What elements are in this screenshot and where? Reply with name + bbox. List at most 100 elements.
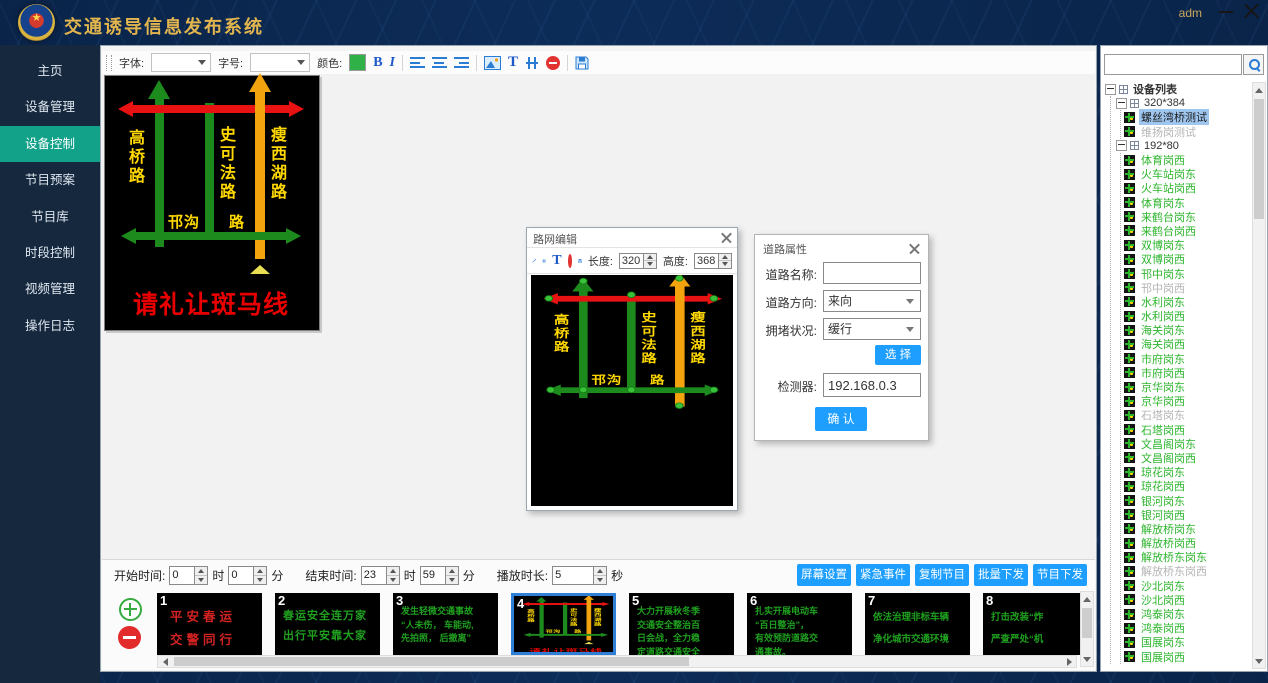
sidebar-item[interactable]: 节目预案 bbox=[0, 162, 100, 198]
tree-device-item[interactable]: 解放桥东岗东 bbox=[1124, 550, 1252, 564]
device-tree-scrollbar[interactable] bbox=[1252, 82, 1266, 669]
tree-group-320x384[interactable]: 320*384 bbox=[1116, 96, 1252, 110]
tree-device-item[interactable]: 海关岗东 bbox=[1124, 323, 1252, 337]
align-left-icon[interactable] bbox=[410, 57, 425, 68]
road-tool-icon[interactable] bbox=[542, 254, 546, 268]
sidebar-item[interactable]: 设备控制 bbox=[0, 126, 100, 162]
tree-device-item[interactable]: 双博岗西 bbox=[1124, 252, 1252, 266]
control-point[interactable] bbox=[675, 275, 684, 281]
tree-device-item[interactable]: 京华岗西 bbox=[1124, 394, 1252, 408]
tree-device-item[interactable]: 市府岗西 bbox=[1124, 366, 1252, 380]
font-select[interactable] bbox=[151, 53, 211, 72]
tree-device-item[interactable]: 维扬岗测试 bbox=[1124, 125, 1252, 139]
font-size-select[interactable] bbox=[250, 53, 310, 72]
control-point[interactable] bbox=[546, 387, 555, 393]
tree-device-item[interactable]: 体育岗东 bbox=[1124, 196, 1252, 210]
tree-device-item[interactable]: 来鹤台岗东 bbox=[1124, 210, 1252, 224]
color-swatch[interactable] bbox=[349, 54, 366, 71]
program-thumbnail[interactable]: 8 打击改装“炸严查严处“机 bbox=[983, 593, 1088, 655]
image-icon[interactable] bbox=[484, 56, 501, 70]
control-point[interactable] bbox=[627, 387, 636, 393]
sidebar-item[interactable]: 操作日志 bbox=[0, 308, 100, 344]
congestion-select[interactable]: 缓行 bbox=[823, 318, 921, 340]
tree-root[interactable]: 设备列表 bbox=[1105, 82, 1252, 96]
tree-device-item[interactable]: 石塔岗西 bbox=[1124, 423, 1252, 437]
bold-icon[interactable]: B bbox=[373, 56, 382, 70]
scrollbar-thumb[interactable] bbox=[174, 657, 689, 666]
program-thumbnail[interactable]: 2 春运安全连万家出行平安靠大家 bbox=[275, 593, 380, 655]
sidebar-item[interactable]: 时段控制 bbox=[0, 235, 100, 271]
action-button[interactable]: 屏幕设置 bbox=[797, 564, 851, 586]
delete-icon[interactable] bbox=[546, 56, 560, 70]
save-icon[interactable] bbox=[578, 254, 582, 268]
program-thumbnail[interactable]: 7 依法治理非标车辆净化城市交通环境 bbox=[865, 593, 970, 655]
height-stepper[interactable]: 368 bbox=[694, 253, 732, 269]
scroll-right-icon[interactable] bbox=[1062, 656, 1076, 667]
program-thumbnail[interactable]: 1 平安春运交警同行 bbox=[157, 593, 262, 655]
direction-select[interactable]: 来向 bbox=[823, 290, 921, 312]
collapse-icon[interactable] bbox=[1116, 98, 1127, 109]
sign-preview-panel[interactable]: 高桥路 史可法路 瘦西湖路 邗沟 路 请礼让斑马线 bbox=[104, 75, 320, 331]
tree-device-item[interactable]: 邗中岗西 bbox=[1124, 281, 1252, 295]
sidebar-item[interactable]: 视频管理 bbox=[0, 271, 100, 307]
action-button[interactable]: 紧急事件 bbox=[856, 564, 910, 586]
scroll-down-icon[interactable] bbox=[1081, 652, 1093, 666]
tree-device-item[interactable]: 邗中岗东 bbox=[1124, 266, 1252, 280]
sidebar-item[interactable]: 节目库 bbox=[0, 199, 100, 235]
control-point[interactable] bbox=[675, 402, 684, 408]
scrollbar-thumb[interactable] bbox=[1082, 608, 1092, 638]
close-icon[interactable] bbox=[721, 232, 732, 243]
duration-stepper[interactable]: 5 bbox=[552, 566, 607, 585]
scroll-up-icon[interactable] bbox=[1253, 83, 1265, 97]
program-thumbnail[interactable]: 3 发生轻微交通事故“人未伤， 车能动,先拍照， 后撤离” bbox=[393, 593, 498, 655]
remove-frame-button[interactable] bbox=[118, 626, 141, 649]
road-editor-titlebar[interactable]: 路网编辑 bbox=[527, 228, 737, 248]
start-hour-stepper[interactable]: 0 bbox=[169, 566, 208, 585]
action-button[interactable]: 复制节目 bbox=[915, 564, 969, 586]
confirm-button[interactable]: 确 认 bbox=[815, 407, 867, 431]
control-point[interactable] bbox=[544, 295, 553, 301]
italic-icon[interactable]: I bbox=[390, 56, 395, 70]
tree-device-item[interactable]: 火车站岗东 bbox=[1124, 167, 1252, 181]
collapse-icon[interactable] bbox=[1105, 84, 1116, 95]
end-hour-stepper[interactable]: 23 bbox=[361, 566, 400, 585]
tree-device-item[interactable]: 螺丝湾桥测试 bbox=[1124, 110, 1252, 124]
tree-device-item[interactable]: 国展岗西 bbox=[1124, 650, 1252, 664]
thumbnail-horizontal-scrollbar[interactable] bbox=[157, 655, 1077, 668]
tree-device-item[interactable]: 水利岗东 bbox=[1124, 295, 1252, 309]
tree-device-item[interactable]: 海关岗西 bbox=[1124, 337, 1252, 351]
align-right-icon[interactable] bbox=[454, 57, 469, 68]
tree-device-item[interactable]: 银河岗东 bbox=[1124, 493, 1252, 507]
tree-device-item[interactable]: 鸿泰岗西 bbox=[1124, 621, 1252, 635]
tree-device-item[interactable]: 市府岗东 bbox=[1124, 352, 1252, 366]
tree-device-item[interactable]: 国展岗东 bbox=[1124, 635, 1252, 649]
tree-device-item[interactable]: 石塔岗东 bbox=[1124, 408, 1252, 422]
road-tool-icon[interactable] bbox=[525, 56, 539, 70]
road-name-field[interactable] bbox=[823, 262, 921, 284]
action-button[interactable]: 节目下发 bbox=[1033, 564, 1087, 586]
tree-device-item[interactable]: 鸿泰岗东 bbox=[1124, 607, 1252, 621]
control-point[interactable] bbox=[710, 295, 719, 301]
tree-device-item[interactable]: 双博岗东 bbox=[1124, 238, 1252, 252]
pen-icon[interactable] bbox=[532, 254, 536, 268]
tree-device-item[interactable]: 体育岗西 bbox=[1124, 153, 1252, 167]
scrollbar-thumb[interactable] bbox=[1254, 99, 1264, 219]
tree-device-item[interactable]: 解放桥岗西 bbox=[1124, 536, 1252, 550]
tree-device-item[interactable]: 火车站岗西 bbox=[1124, 181, 1252, 195]
tree-device-item[interactable]: 来鹤台岗西 bbox=[1124, 224, 1252, 238]
sidebar-item[interactable]: 主页 bbox=[0, 53, 100, 89]
delete-icon[interactable] bbox=[568, 254, 572, 268]
tree-device-item[interactable]: 沙北岗西 bbox=[1124, 593, 1252, 607]
road-editor-canvas[interactable]: 高桥路 史可法路 瘦西湖路 邗沟 路 请礼让斑马线 bbox=[531, 275, 733, 506]
control-point[interactable] bbox=[579, 278, 588, 284]
detector-field[interactable]: 192.168.0.3 bbox=[823, 373, 921, 397]
thumbnail-vertical-scrollbar[interactable] bbox=[1080, 591, 1094, 667]
tree-device-item[interactable]: 解放桥岗东 bbox=[1124, 522, 1252, 536]
start-minute-stepper[interactable]: 0 bbox=[228, 566, 267, 585]
tree-device-item[interactable]: 琼花岗东 bbox=[1124, 465, 1252, 479]
save-icon[interactable] bbox=[575, 56, 589, 70]
search-input[interactable] bbox=[1104, 54, 1242, 75]
scroll-left-icon[interactable] bbox=[158, 656, 172, 667]
add-frame-button[interactable] bbox=[119, 598, 142, 621]
tree-device-item[interactable]: 文昌阁岗西 bbox=[1124, 451, 1252, 465]
